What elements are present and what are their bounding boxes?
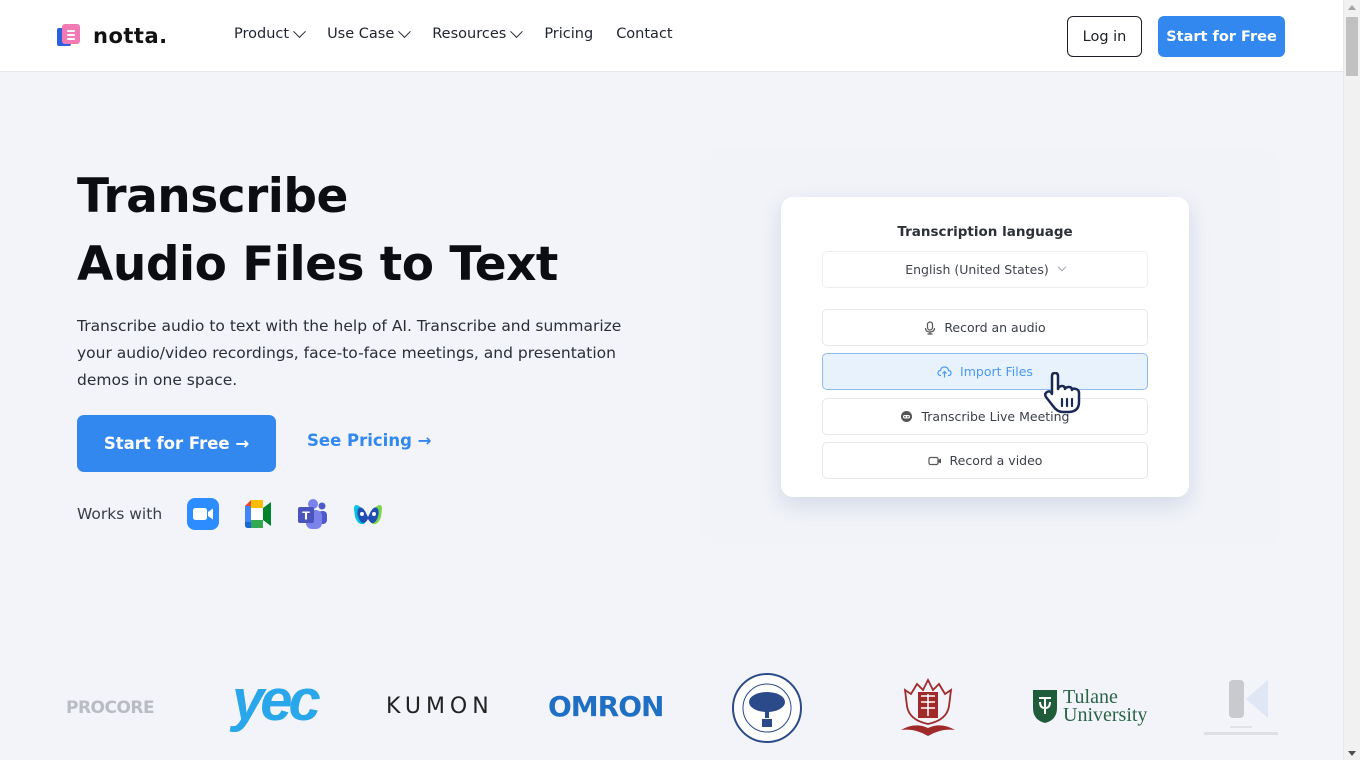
start-for-free-header-button[interactable]: Start for Free <box>1158 16 1285 57</box>
logo-text: PROCORE <box>66 698 155 718</box>
vertical-scrollbar[interactable] <box>1343 0 1360 760</box>
record-audio-button[interactable]: Record an audio <box>822 309 1148 346</box>
transcribe-live-meeting-button[interactable]: Transcribe Live Meeting <box>822 398 1148 435</box>
card-title: Transcription language <box>897 224 1073 240</box>
scroll-down-arrow-icon[interactable] <box>1348 751 1356 756</box>
nav-item-resources[interactable]: Resources <box>432 24 524 42</box>
meeting-bot-icon <box>900 410 913 423</box>
logo-kumon: KUMON <box>386 694 494 719</box>
works-with: Works with T <box>77 496 406 532</box>
cloud-upload-icon <box>937 365 952 378</box>
nav-label: Use Case <box>327 26 395 42</box>
microphone-icon <box>924 320 936 335</box>
login-button[interactable]: Log in <box>1067 16 1142 57</box>
logo-tulane-university: Tulane University <box>1031 687 1148 726</box>
svg-text:T: T <box>302 510 310 523</box>
video-camera-icon <box>927 456 942 466</box>
main-nav: Product Use Case Resources Pricing Conta… <box>234 24 696 42</box>
scroll-up-arrow-icon[interactable] <box>1348 5 1356 10</box>
tulane-shield-icon <box>1033 690 1057 723</box>
hero-title-line-2: Audio Files to Text <box>77 237 558 292</box>
logo-kyoto-university <box>732 673 802 743</box>
option-label: Import Files <box>960 364 1033 379</box>
see-pricing-link[interactable]: See Pricing → <box>307 431 431 450</box>
chevron-down-icon <box>510 24 524 38</box>
logo-procore: PROCORE <box>66 698 155 718</box>
scroll-thumb[interactable] <box>1346 17 1358 76</box>
hero-title: Transcribe Audio Files to Text <box>77 163 558 299</box>
nav-label: Pricing <box>544 26 594 42</box>
logo-text: KUMON <box>386 694 494 719</box>
import-files-button[interactable]: Import Files <box>822 353 1148 390</box>
option-label: Record an audio <box>944 320 1046 335</box>
nav-label: Product <box>234 26 290 42</box>
zoom-icon <box>187 498 220 530</box>
nav-label: Resources <box>432 26 507 42</box>
google-meet-icon <box>245 500 272 528</box>
customer-logos: PROCORE yec KUMON OMRON Tulane Universit… <box>0 668 1343 760</box>
teams-icon: T <box>298 499 328 529</box>
logo-text: OMRON <box>548 690 664 723</box>
logo-text: University <box>1063 704 1148 726</box>
hero-description: Transcribe audio to text with the help o… <box>77 317 622 389</box>
nav-item-contact[interactable]: Contact <box>616 26 672 42</box>
option-label: Record a video <box>949 453 1043 468</box>
nav-label: Contact <box>616 26 673 42</box>
record-video-button[interactable]: Record a video <box>822 442 1148 479</box>
chevron-down-icon <box>398 24 412 38</box>
language-value: English (United States) <box>905 262 1049 277</box>
hero-title-line-1: Transcribe <box>77 169 348 224</box>
logo-kanazawa-institute <box>1204 680 1278 735</box>
nav-item-pricing[interactable]: Pricing <box>544 26 593 42</box>
site-header: notta. Product Use Case Resources Pricin… <box>0 0 1343 72</box>
logo-omron: OMRON <box>548 690 664 723</box>
nav-item-product[interactable]: Product <box>234 24 306 42</box>
logo-text: notta. <box>93 24 168 48</box>
start-for-free-button[interactable]: Start for Free → <box>77 415 276 472</box>
webex-icon <box>354 505 383 525</box>
notta-logo[interactable]: notta. <box>57 22 168 50</box>
chevron-down-icon <box>1057 262 1066 271</box>
hand-cursor-icon <box>1043 372 1081 414</box>
logo-yec: yec <box>232 672 321 730</box>
transcription-card: Transcription language English (United S… <box>781 197 1189 497</box>
logo-kansai-university <box>901 677 955 736</box>
works-with-label: Works with <box>77 505 163 523</box>
language-select[interactable]: English (United States) <box>822 251 1148 288</box>
notta-logo-icon <box>57 22 83 50</box>
nav-item-use-case[interactable]: Use Case <box>327 24 412 42</box>
chevron-down-icon <box>293 24 306 38</box>
logo-text: yec <box>232 668 321 733</box>
